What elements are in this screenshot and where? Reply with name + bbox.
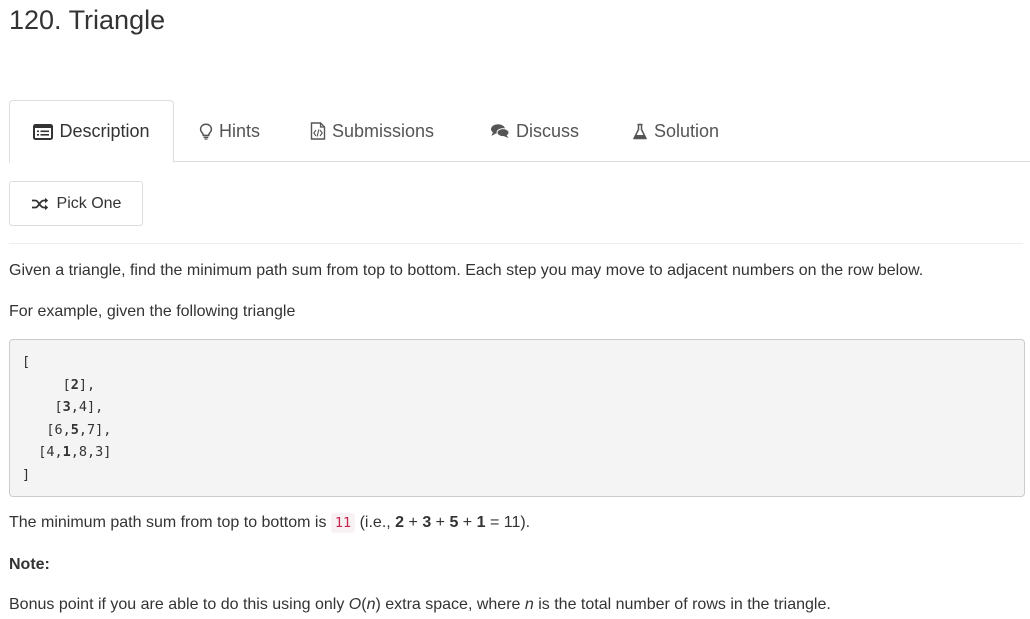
tab-solution-label: Solution	[654, 120, 720, 141]
tab-bar: Description Hints Submissions Discuss So…	[9, 100, 1030, 163]
example-intro: For example, given the following triangl…	[9, 303, 296, 320]
pick-one-button[interactable]: Pick One	[9, 181, 143, 226]
tab-solution[interactable]: Solution	[632, 100, 719, 162]
code-line-row-1: [2],	[62, 376, 96, 393]
note-heading: Note:	[9, 556, 50, 573]
problem-statement: Given a triangle, find the minimum path …	[9, 262, 924, 279]
tab-description[interactable]: Description	[9, 100, 174, 163]
list-icon	[33, 123, 54, 140]
divider	[9, 243, 1023, 244]
tab-discuss-label: Discuss	[516, 120, 580, 141]
comments-icon	[490, 123, 510, 139]
code-file-icon	[310, 122, 326, 140]
tab-submissions[interactable]: Submissions	[310, 100, 434, 162]
shuffle-icon	[31, 197, 49, 211]
pick-one-label: Pick One	[56, 194, 122, 212]
code-line-row-2: [3,4],	[54, 399, 104, 415]
tab-hints[interactable]: Hints	[199, 100, 260, 162]
bonus-sentence: Bonus point if you are able to do this u…	[9, 596, 831, 613]
code-line-close: ]	[22, 466, 31, 483]
result-value: 11	[330, 513, 356, 533]
example-code-block: [ [2], [3,4], [6,5,7], [4,1,8,3] ]	[9, 339, 1025, 497]
tab-submissions-label: Submissions	[332, 120, 435, 141]
tab-description-label: Description	[59, 121, 150, 141]
tab-discuss[interactable]: Discuss	[490, 100, 579, 162]
problem-title: 120. Triangle	[9, 5, 166, 35]
code-line-open: [	[22, 354, 31, 370]
lightbulb-icon	[199, 122, 213, 140]
tab-hints-label: Hints	[219, 120, 261, 141]
code-line-row-4: [4,1,8,3]	[38, 444, 112, 460]
code-line-row-3: [6,5,7],	[46, 421, 112, 438]
result-sentence: The minimum path sum from top to bottom …	[9, 513, 531, 533]
flask-icon	[632, 123, 648, 140]
